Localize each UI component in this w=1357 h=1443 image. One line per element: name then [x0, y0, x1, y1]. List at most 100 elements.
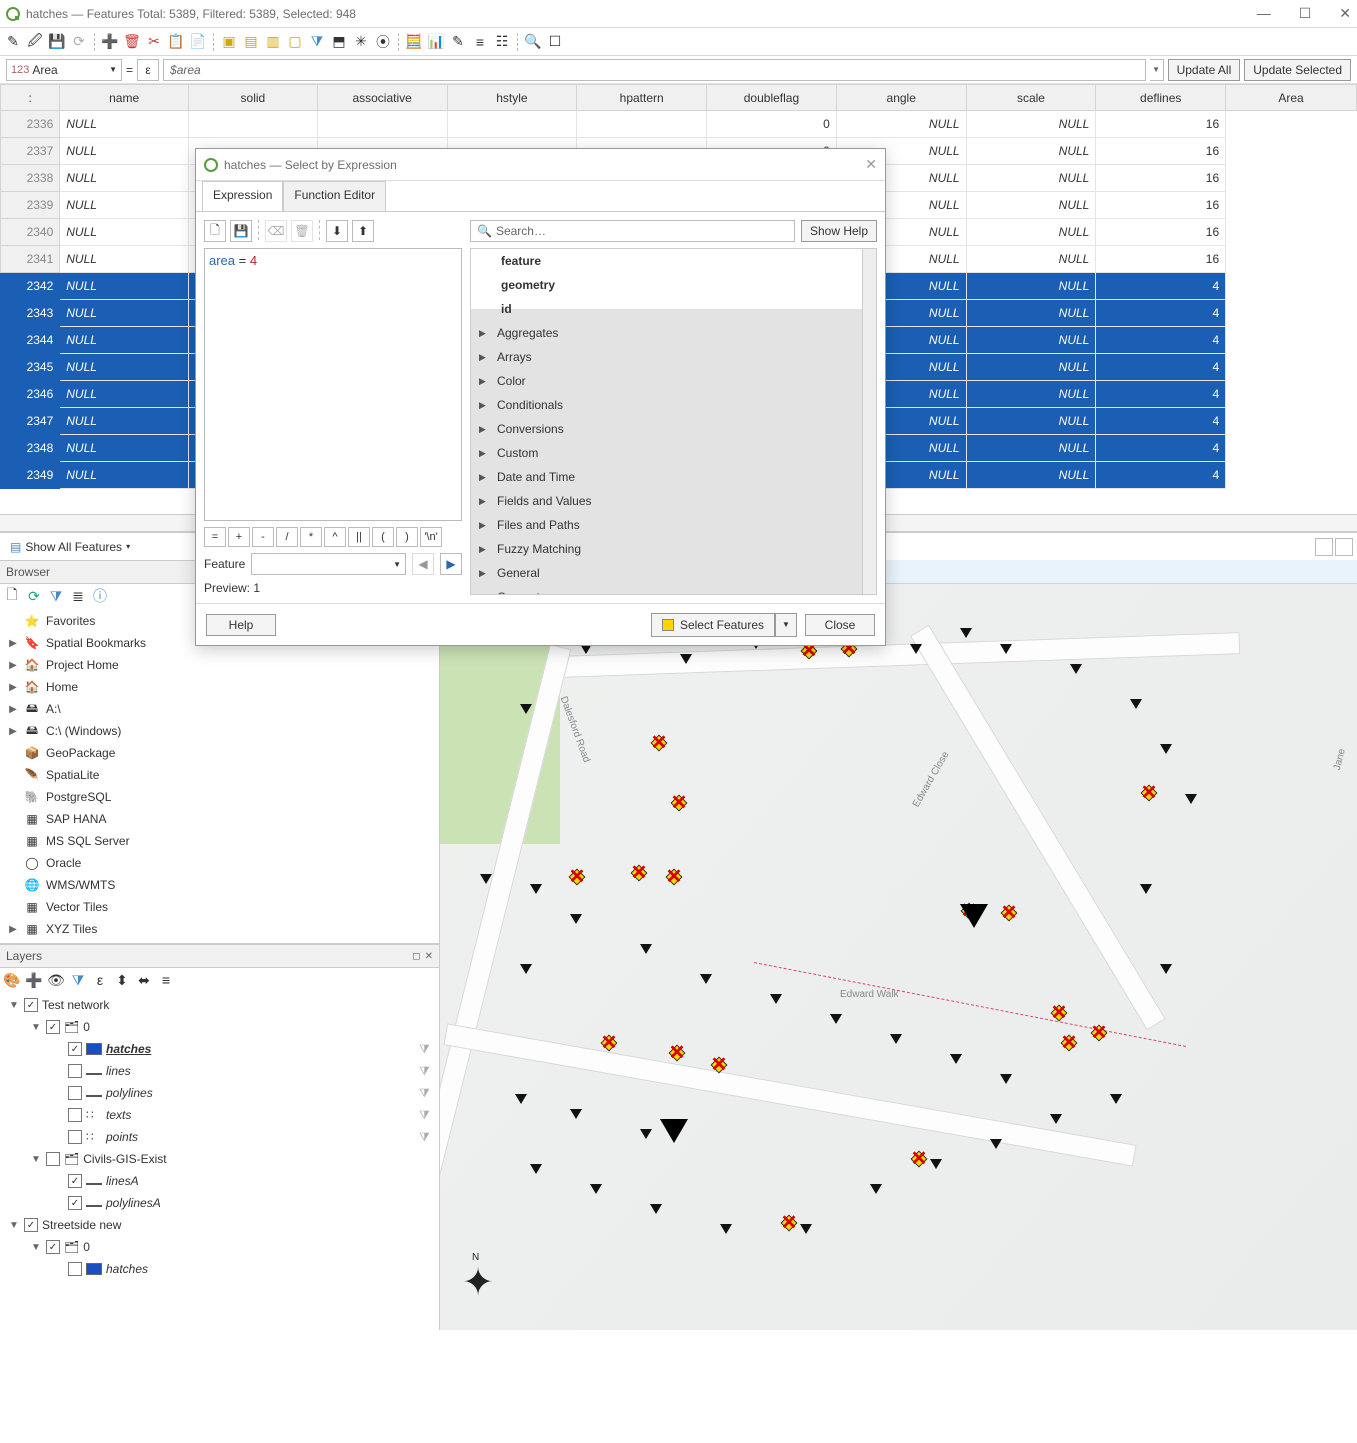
operator-button[interactable]: '\n' — [420, 527, 442, 547]
layer-collapse-icon[interactable]: ⬌ — [136, 972, 152, 988]
function-item[interactable]: feature — [471, 249, 876, 273]
update-all-button[interactable]: Update All — [1168, 59, 1241, 81]
layer-item[interactable]: lines⧩ — [4, 1060, 439, 1082]
function-group[interactable]: ▶Fields and Values — [471, 489, 876, 513]
hatch-marker[interactable]: ✕ — [670, 794, 688, 812]
properties-icon[interactable]: ⓘ — [92, 588, 108, 604]
close-icon[interactable]: ✕ — [1339, 5, 1351, 22]
filter-icon[interactable]: ⧩ — [419, 1064, 433, 1078]
form-icon[interactable]: ☐ — [546, 33, 564, 51]
save-icon[interactable]: 🖉 — [26, 33, 44, 51]
refresh-icon[interactable]: ⟳ — [26, 588, 42, 604]
function-group[interactable]: ▶Color — [471, 369, 876, 393]
hatch-marker[interactable]: ✕ — [1060, 1034, 1078, 1052]
layer-style-icon[interactable]: 🎨 — [4, 972, 20, 988]
tab-expression[interactable]: Expression — [202, 181, 283, 211]
layers-tree[interactable]: ▼✓Test network▼✓🗂0✓hatches⧩lines⧩polylin… — [0, 992, 439, 1300]
paste-icon[interactable]: 📄 — [189, 33, 207, 51]
field-calc-icon[interactable]: 🧮 — [405, 33, 423, 51]
operator-button[interactable]: = — [204, 527, 226, 547]
hatch-marker[interactable]: ✕ — [568, 868, 586, 886]
hatch-marker[interactable]: ✕ — [1050, 1004, 1068, 1022]
column-header[interactable]: name — [60, 85, 189, 111]
save-as-icon[interactable]: ⬆ — [352, 220, 374, 242]
deselect-icon[interactable]: ▢ — [286, 33, 304, 51]
column-header[interactable]: Area — [1226, 85, 1357, 111]
operator-button[interactable]: - — [252, 527, 274, 547]
layer-item[interactable]: ∷points⧩ — [4, 1126, 439, 1148]
load-icon[interactable]: ⬇ — [326, 220, 348, 242]
layer-add-group-icon[interactable]: ➕ — [26, 972, 42, 988]
operator-button[interactable]: * — [300, 527, 322, 547]
function-group[interactable]: ▶Geometry — [471, 585, 876, 595]
form-view-icon[interactable] — [1335, 538, 1353, 556]
filter-icon[interactable]: ⧩ — [419, 1130, 433, 1144]
browser-item[interactable]: ▶▦XYZ Tiles — [4, 918, 435, 940]
function-group[interactable]: ▶Custom — [471, 441, 876, 465]
hatch-marker[interactable]: ✕ — [1000, 904, 1018, 922]
operator-button[interactable]: || — [348, 527, 370, 547]
hatch-marker[interactable]: ✕ — [1090, 1024, 1108, 1042]
select-all-icon[interactable]: ▤ — [242, 33, 260, 51]
hatch-marker[interactable]: ✕ — [710, 1056, 728, 1074]
hatch-marker[interactable]: ✕ — [650, 734, 668, 752]
browser-item[interactable]: ▶🖴C:\ (Windows) — [4, 720, 435, 742]
hatch-marker[interactable]: ✕ — [780, 1214, 798, 1232]
browser-item[interactable]: 📦GeoPackage — [4, 742, 435, 764]
actions-icon[interactable]: ☷ — [493, 33, 511, 51]
copy-icon[interactable]: 📋 — [167, 33, 185, 51]
browser-item[interactable]: ▦SAP HANA — [4, 808, 435, 830]
table-row[interactable]: 2336NULL0NULLNULL16 — [1, 111, 1357, 138]
filter-icon[interactable]: ⧩ — [48, 588, 64, 604]
next-feature-button[interactable]: ▶ — [440, 553, 462, 575]
function-group[interactable]: ▶Conditionals — [471, 393, 876, 417]
invert-icon[interactable]: ▥ — [264, 33, 282, 51]
layer-item[interactable]: ∷texts⧩ — [4, 1104, 439, 1126]
delete-icon[interactable]: 🗑 — [291, 220, 313, 242]
function-group[interactable]: ▶Date and Time — [471, 465, 876, 489]
layer-item[interactable]: hatches — [4, 1258, 439, 1280]
browser-item[interactable]: ◯Oracle — [4, 852, 435, 874]
zoom-sel-icon[interactable]: ✳ — [352, 33, 370, 51]
delete-icon[interactable]: 🗑 — [123, 33, 141, 51]
browser-item[interactable]: ▶🖴A:\ — [4, 698, 435, 720]
del-field-icon[interactable]: ✎ — [449, 33, 467, 51]
hatch-marker[interactable]: ✕ — [1140, 784, 1158, 802]
show-help-button[interactable]: Show Help — [801, 220, 877, 242]
hatch-marker[interactable]: ✕ — [630, 864, 648, 882]
tab-function-editor[interactable]: Function Editor — [283, 181, 386, 211]
function-group[interactable]: ▶Files and Paths — [471, 513, 876, 537]
browser-item[interactable]: 🌐WMS/WMTS — [4, 874, 435, 896]
operator-button[interactable]: + — [228, 527, 250, 547]
update-selected-button[interactable]: Update Selected — [1244, 59, 1351, 81]
layer-item[interactable]: ▼✓🗂0 — [4, 1236, 439, 1258]
function-search-input[interactable]: 🔍 Search… — [470, 220, 795, 242]
column-header[interactable]: angle — [836, 85, 966, 111]
cond-format-icon[interactable]: ≡ — [471, 33, 489, 51]
browser-item[interactable]: ▦MS SQL Server — [4, 830, 435, 852]
select-mode-dropdown[interactable]: ▼ — [775, 613, 797, 637]
operator-button[interactable]: ) — [396, 527, 418, 547]
help-button[interactable]: Help — [206, 614, 276, 636]
clear-icon[interactable]: ⌫ — [265, 220, 287, 242]
close-button[interactable]: Close — [805, 614, 875, 636]
column-header[interactable]: doubleflag — [707, 85, 837, 111]
layer-item[interactable]: ▼✓Test network — [4, 994, 439, 1016]
function-group[interactable]: ▶Fuzzy Matching — [471, 537, 876, 561]
select-expr-icon[interactable]: ▣ — [220, 33, 238, 51]
show-all-features-button[interactable]: ▤ Show All Features ▾ — [4, 536, 136, 558]
expression-dialog-button[interactable]: ε — [137, 59, 159, 81]
layer-item[interactable]: ✓polylinesA — [4, 1192, 439, 1214]
function-group[interactable]: ▶Conversions — [471, 417, 876, 441]
expression-editor[interactable]: area = 4 — [204, 248, 462, 521]
minimize-icon[interactable]: — — [1257, 5, 1271, 22]
pan-sel-icon[interactable]: ⦿ — [374, 33, 392, 51]
maximize-icon[interactable]: ☐ — [1299, 5, 1312, 22]
layer-expand-icon[interactable]: ⬍ — [114, 972, 130, 988]
collapse-icon[interactable]: ≣ — [70, 588, 86, 604]
operator-button[interactable]: ^ — [324, 527, 346, 547]
column-header[interactable]: associative — [317, 85, 447, 111]
dialog-close-icon[interactable]: ✕ — [865, 156, 877, 173]
browser-item[interactable]: 🐘PostgreSQL — [4, 786, 435, 808]
save-icon[interactable]: 💾 — [230, 220, 252, 242]
